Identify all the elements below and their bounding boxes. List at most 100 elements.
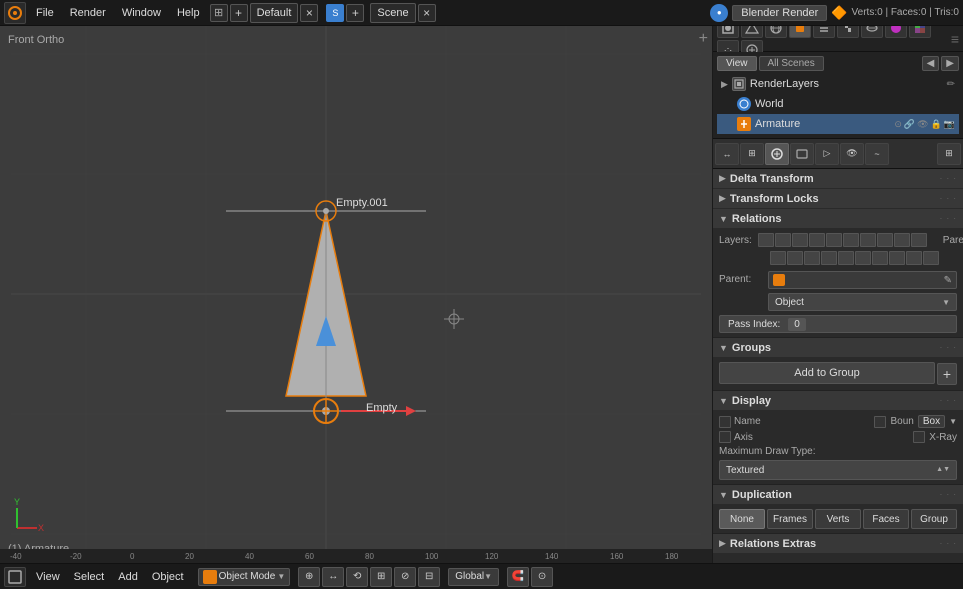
layer-4[interactable] [809, 233, 825, 247]
panel-settings-icon[interactable]: ≡ [951, 31, 959, 47]
armature-render-icon[interactable]: 📷 [944, 119, 955, 130]
boun-cb[interactable] [874, 416, 886, 428]
prop-tab-data[interactable] [861, 26, 883, 38]
box-arrow[interactable]: ▼ [949, 417, 957, 426]
relations-extras-header[interactable]: ▶ Relations Extras · · · [713, 534, 963, 554]
xray-cb[interactable] [913, 431, 925, 443]
armature-icon1[interactable]: ⊙ [894, 119, 902, 130]
layer-12[interactable] [787, 251, 803, 265]
transform-tool-3[interactable]: ⟲ [346, 567, 368, 587]
window-menu[interactable]: Window [116, 5, 167, 21]
layer-3[interactable] [792, 233, 808, 247]
layer-6[interactable] [843, 233, 859, 247]
dup-faces-button[interactable]: Faces [863, 509, 909, 529]
scenes-arrow-left[interactable]: ◀ [922, 56, 940, 71]
viewport-icon[interactable] [4, 567, 26, 587]
transform-locks-header[interactable]: ▶ Transform Locks · · · [713, 189, 963, 209]
layer-18[interactable] [889, 251, 905, 265]
transform-tool-6[interactable]: ⊟ [418, 567, 440, 587]
blender-icon[interactable] [4, 2, 26, 24]
anim-icon[interactable]: ▷ [815, 143, 839, 165]
transform-icon[interactable]: ↔ [715, 143, 739, 165]
layer-8[interactable] [877, 233, 893, 247]
viewport-3d[interactable]: Front Ortho + [0, 26, 713, 563]
armature-lock-icon[interactable]: 🔒 [931, 119, 942, 130]
layer-13[interactable] [804, 251, 820, 265]
layer-16[interactable] [855, 251, 871, 265]
custom-props-icon2[interactable]: ⊞ [937, 143, 961, 165]
axis-cb[interactable] [719, 431, 731, 443]
textured-select[interactable]: Textured ▲▼ [719, 460, 957, 480]
name-cb[interactable] [719, 416, 731, 428]
layer-1[interactable] [758, 233, 774, 247]
render-layers-edit-icon[interactable]: ✏ [947, 79, 955, 90]
dup-group-button[interactable]: Group [911, 509, 957, 529]
layer-14[interactable] [821, 251, 837, 265]
scenes-arrow-right[interactable]: ▶ [941, 56, 959, 71]
help-menu[interactable]: Help [171, 5, 206, 21]
layer-19[interactable] [906, 251, 922, 265]
proportional-icon[interactable]: ⊙ [531, 567, 553, 587]
layer-20[interactable] [923, 251, 939, 265]
prop-tab-materials[interactable] [885, 26, 907, 38]
display-header[interactable]: ▼ Display · · · [713, 391, 963, 411]
render-layers-row[interactable]: ▶ RenderLayers ✏ [717, 74, 959, 94]
relations-icon[interactable] [765, 143, 789, 165]
layer-2[interactable] [775, 233, 791, 247]
display-icon[interactable] [790, 143, 814, 165]
object-menu-bottom[interactable]: Object [146, 569, 190, 585]
layer-15[interactable] [838, 251, 854, 265]
prop-tab-constraints[interactable] [813, 26, 835, 38]
scene-close-button[interactable]: × [418, 4, 436, 22]
workspace-add-button[interactable]: + [230, 4, 248, 22]
prop-tab-render[interactable] [717, 26, 739, 38]
add-to-group-button[interactable]: Add to Group [719, 362, 935, 384]
properties-scroll-area[interactable]: ▶ Delta Transform · · · ▶ Transform Lock… [713, 169, 963, 563]
pass-index-button[interactable]: Pass Index: 0 [719, 315, 957, 333]
workspace-close-button[interactable]: × [300, 4, 318, 22]
view-menu-bottom[interactable]: View [30, 569, 66, 585]
view-tab[interactable]: View [717, 56, 757, 71]
name-checkbox[interactable]: Name [719, 416, 761, 428]
file-menu[interactable]: File [30, 5, 60, 21]
prop-tab-object[interactable] [789, 26, 811, 38]
armature-icon2[interactable]: 🔗 [904, 119, 915, 130]
layer-7[interactable] [860, 233, 876, 247]
layer-9[interactable] [894, 233, 910, 247]
engine-selector[interactable]: Blender Render [732, 5, 827, 21]
duplication-header[interactable]: ▼ Duplication · · · [713, 485, 963, 505]
prop-tab-scene[interactable] [741, 26, 763, 38]
box-val[interactable]: Box [918, 415, 945, 428]
dup-none-button[interactable]: None [719, 509, 765, 529]
dup-frames-button[interactable]: Frames [767, 509, 813, 529]
layer-10[interactable] [911, 233, 927, 247]
scenes-all-tab[interactable]: All Scenes [759, 56, 824, 71]
object-type-select[interactable]: Object ▼ [768, 293, 957, 311]
parent-input[interactable]: ✎ [768, 271, 957, 289]
transform-tool-2[interactable]: ↔ [322, 567, 344, 587]
transform-tool-4[interactable]: ⊞ [370, 567, 392, 587]
prop-tab-world[interactable] [765, 26, 787, 38]
select-menu-bottom[interactable]: Select [68, 569, 111, 585]
axis-checkbox[interactable]: Axis [719, 431, 753, 443]
layer-5[interactable] [826, 233, 842, 247]
groups-header[interactable]: ▼ Groups · · · [713, 338, 963, 358]
global-selector[interactable]: Global ▼ [448, 568, 499, 586]
world-row[interactable]: World [717, 94, 959, 114]
render-menu[interactable]: Render [64, 5, 112, 21]
prop-tab-textures[interactable] [909, 26, 931, 38]
armature-row[interactable]: Armature ⊙ 🔗 👁 🔒 📷 [717, 114, 959, 134]
layer-11[interactable] [770, 251, 786, 265]
grid-icon[interactable]: ⊞ [210, 4, 228, 22]
dup-verts-button[interactable]: Verts [815, 509, 861, 529]
scene-add-button[interactable]: + [346, 4, 364, 22]
add-group-plus-button[interactable]: + [937, 363, 957, 385]
add-menu-bottom[interactable]: Add [112, 569, 144, 585]
transform-tool-5[interactable]: ⊘ [394, 567, 416, 587]
delta-transform-header[interactable]: ▶ Delta Transform · · · [713, 169, 963, 189]
prop-tab-modifiers[interactable] [837, 26, 859, 38]
armature-visible-icon[interactable]: 👁 [917, 119, 928, 130]
transform-tool-1[interactable]: ⊕ [298, 567, 320, 587]
relations-header[interactable]: ▼ Relations · · · [713, 209, 963, 229]
parent-picker-icon[interactable]: ✎ [944, 275, 952, 286]
